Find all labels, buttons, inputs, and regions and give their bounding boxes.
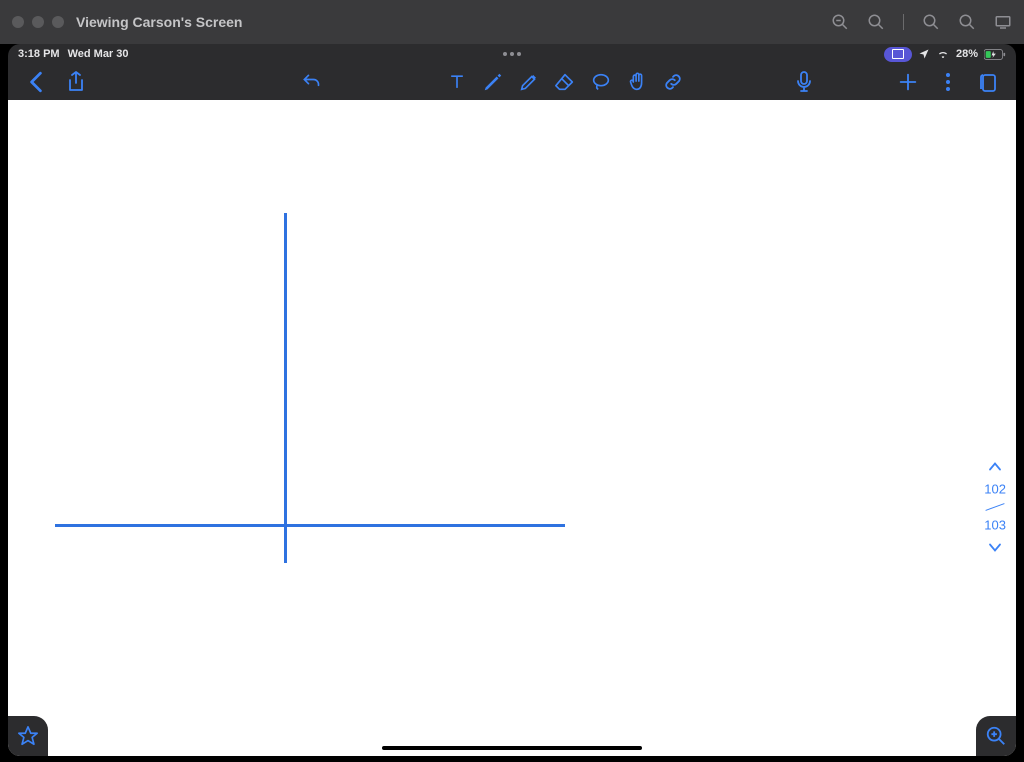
zoom-icon-2[interactable]: [958, 13, 976, 31]
dot-icon: [517, 52, 521, 56]
current-page: 102: [984, 481, 1006, 496]
ipad-statusbar: 3:18 PM Wed Mar 30 28%: [8, 44, 1016, 64]
text-tool-button[interactable]: [445, 70, 469, 94]
titlebar-right: [831, 13, 1012, 31]
statusbar-left: 3:18 PM Wed Mar 30: [18, 48, 129, 60]
fullscreen-window-button[interactable]: [52, 16, 64, 28]
add-button[interactable]: [896, 70, 920, 94]
pages-view-button[interactable]: [976, 70, 1000, 94]
toolbar-center: [299, 70, 685, 94]
zoom-in-icon[interactable]: [867, 13, 885, 31]
traffic-lights: [12, 16, 64, 28]
zoom-out-icon[interactable]: [831, 13, 849, 31]
titlebar-left: Viewing Carson's Screen: [12, 14, 242, 30]
zoom-icon[interactable]: [922, 13, 940, 31]
lasso-tool-button[interactable]: [589, 70, 613, 94]
window-title: Viewing Carson's Screen: [76, 14, 242, 30]
wifi-icon: [936, 48, 950, 60]
app-toolbar: [8, 64, 1016, 100]
page-divider: [986, 503, 1005, 511]
hand-tool-button[interactable]: [625, 70, 649, 94]
screen-share-icon: [892, 49, 904, 59]
eraser-tool-button[interactable]: [553, 70, 577, 94]
close-window-button[interactable]: [12, 16, 24, 28]
minimize-window-button[interactable]: [32, 16, 44, 28]
more-button[interactable]: [936, 70, 960, 94]
canvas[interactable]: 102 103: [8, 100, 1016, 756]
home-indicator[interactable]: [382, 746, 642, 750]
back-button[interactable]: [24, 70, 48, 94]
ipad-screen: 3:18 PM Wed Mar 30 28%: [8, 44, 1016, 756]
pen-tool-button[interactable]: [481, 70, 505, 94]
statusbar-date: Wed Mar 30: [68, 48, 129, 60]
dot-icon: [503, 52, 507, 56]
dot-icon: [510, 52, 514, 56]
mac-titlebar: Viewing Carson's Screen: [0, 0, 1024, 44]
share-button[interactable]: [64, 70, 88, 94]
highlighter-tool-button[interactable]: [517, 70, 541, 94]
total-pages: 103: [984, 517, 1006, 532]
display-icon[interactable]: [994, 13, 1012, 31]
zoom-button[interactable]: [976, 716, 1016, 756]
statusbar-time: 3:18 PM: [18, 48, 60, 60]
toolbar-left: [24, 70, 88, 94]
multitask-dots[interactable]: [503, 52, 521, 56]
statusbar-right: 28%: [884, 47, 1006, 62]
page-up-button[interactable]: [988, 461, 1002, 471]
location-icon: [918, 48, 930, 60]
microphone-button[interactable]: [792, 70, 816, 94]
battery-icon: [984, 49, 1006, 60]
vertical-stroke: [284, 213, 287, 563]
horizontal-stroke: [55, 524, 565, 527]
page-navigator: 102 103: [984, 461, 1006, 552]
link-tool-button[interactable]: [661, 70, 685, 94]
undo-button[interactable]: [299, 70, 323, 94]
toolbar-right: [896, 70, 1000, 94]
divider: [903, 14, 904, 30]
page-down-button[interactable]: [988, 542, 1002, 552]
battery-percent: 28%: [956, 48, 978, 60]
favorite-button[interactable]: [8, 716, 48, 756]
screen-share-badge[interactable]: [884, 47, 912, 62]
